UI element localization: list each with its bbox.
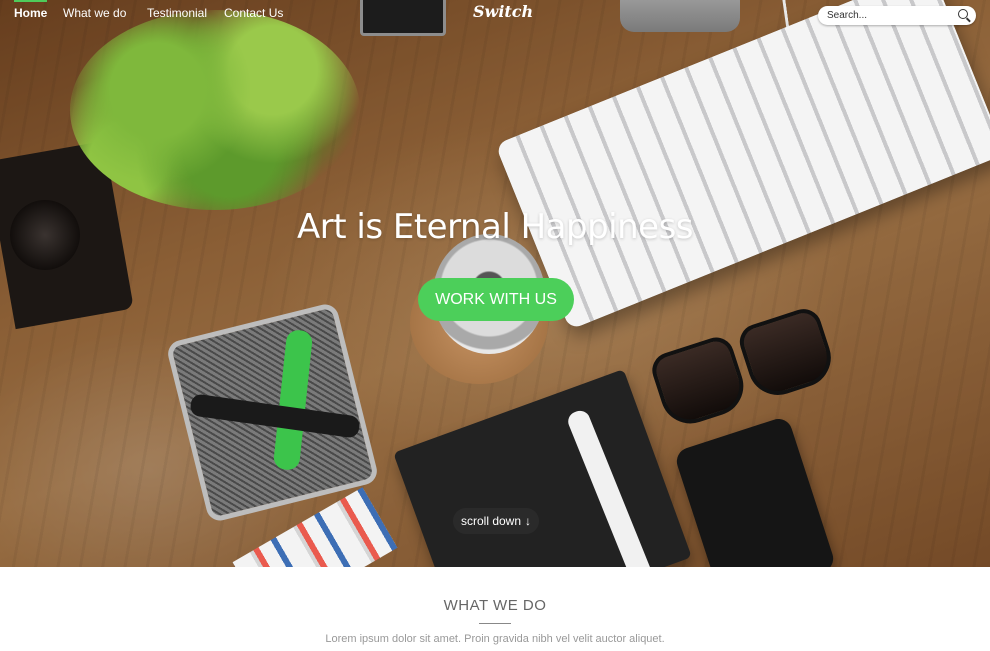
search-box xyxy=(818,6,976,25)
plant-image xyxy=(70,10,360,210)
work-with-us-button[interactable]: WORK WITH US xyxy=(418,278,574,321)
search-icon[interactable] xyxy=(958,9,968,19)
section-divider xyxy=(479,623,511,624)
nav-testimonial[interactable]: Testimonial xyxy=(147,6,207,20)
sunglasses-image xyxy=(645,295,841,439)
scroll-down-button[interactable]: scroll down ↓ xyxy=(453,508,539,534)
nav-contact-us[interactable]: Contact Us xyxy=(224,6,283,20)
section-title: WHAT WE DO xyxy=(443,597,547,614)
keyboard-image xyxy=(495,0,990,330)
arrow-down-icon: ↓ xyxy=(525,514,532,528)
hero-headline: Art is Eternal Happiness xyxy=(297,207,694,247)
site-logo[interactable]: Switch xyxy=(473,2,533,21)
scroll-down-label: scroll down xyxy=(460,514,522,528)
nav-what-we-do[interactable]: What we do xyxy=(63,6,126,20)
notebook-image xyxy=(393,369,692,567)
nav-home[interactable]: Home xyxy=(14,0,48,20)
search-input[interactable] xyxy=(827,8,945,23)
phone-image xyxy=(673,415,837,567)
section-description: Lorem ipsum dolor sit amet. Proin gravid… xyxy=(325,633,665,645)
